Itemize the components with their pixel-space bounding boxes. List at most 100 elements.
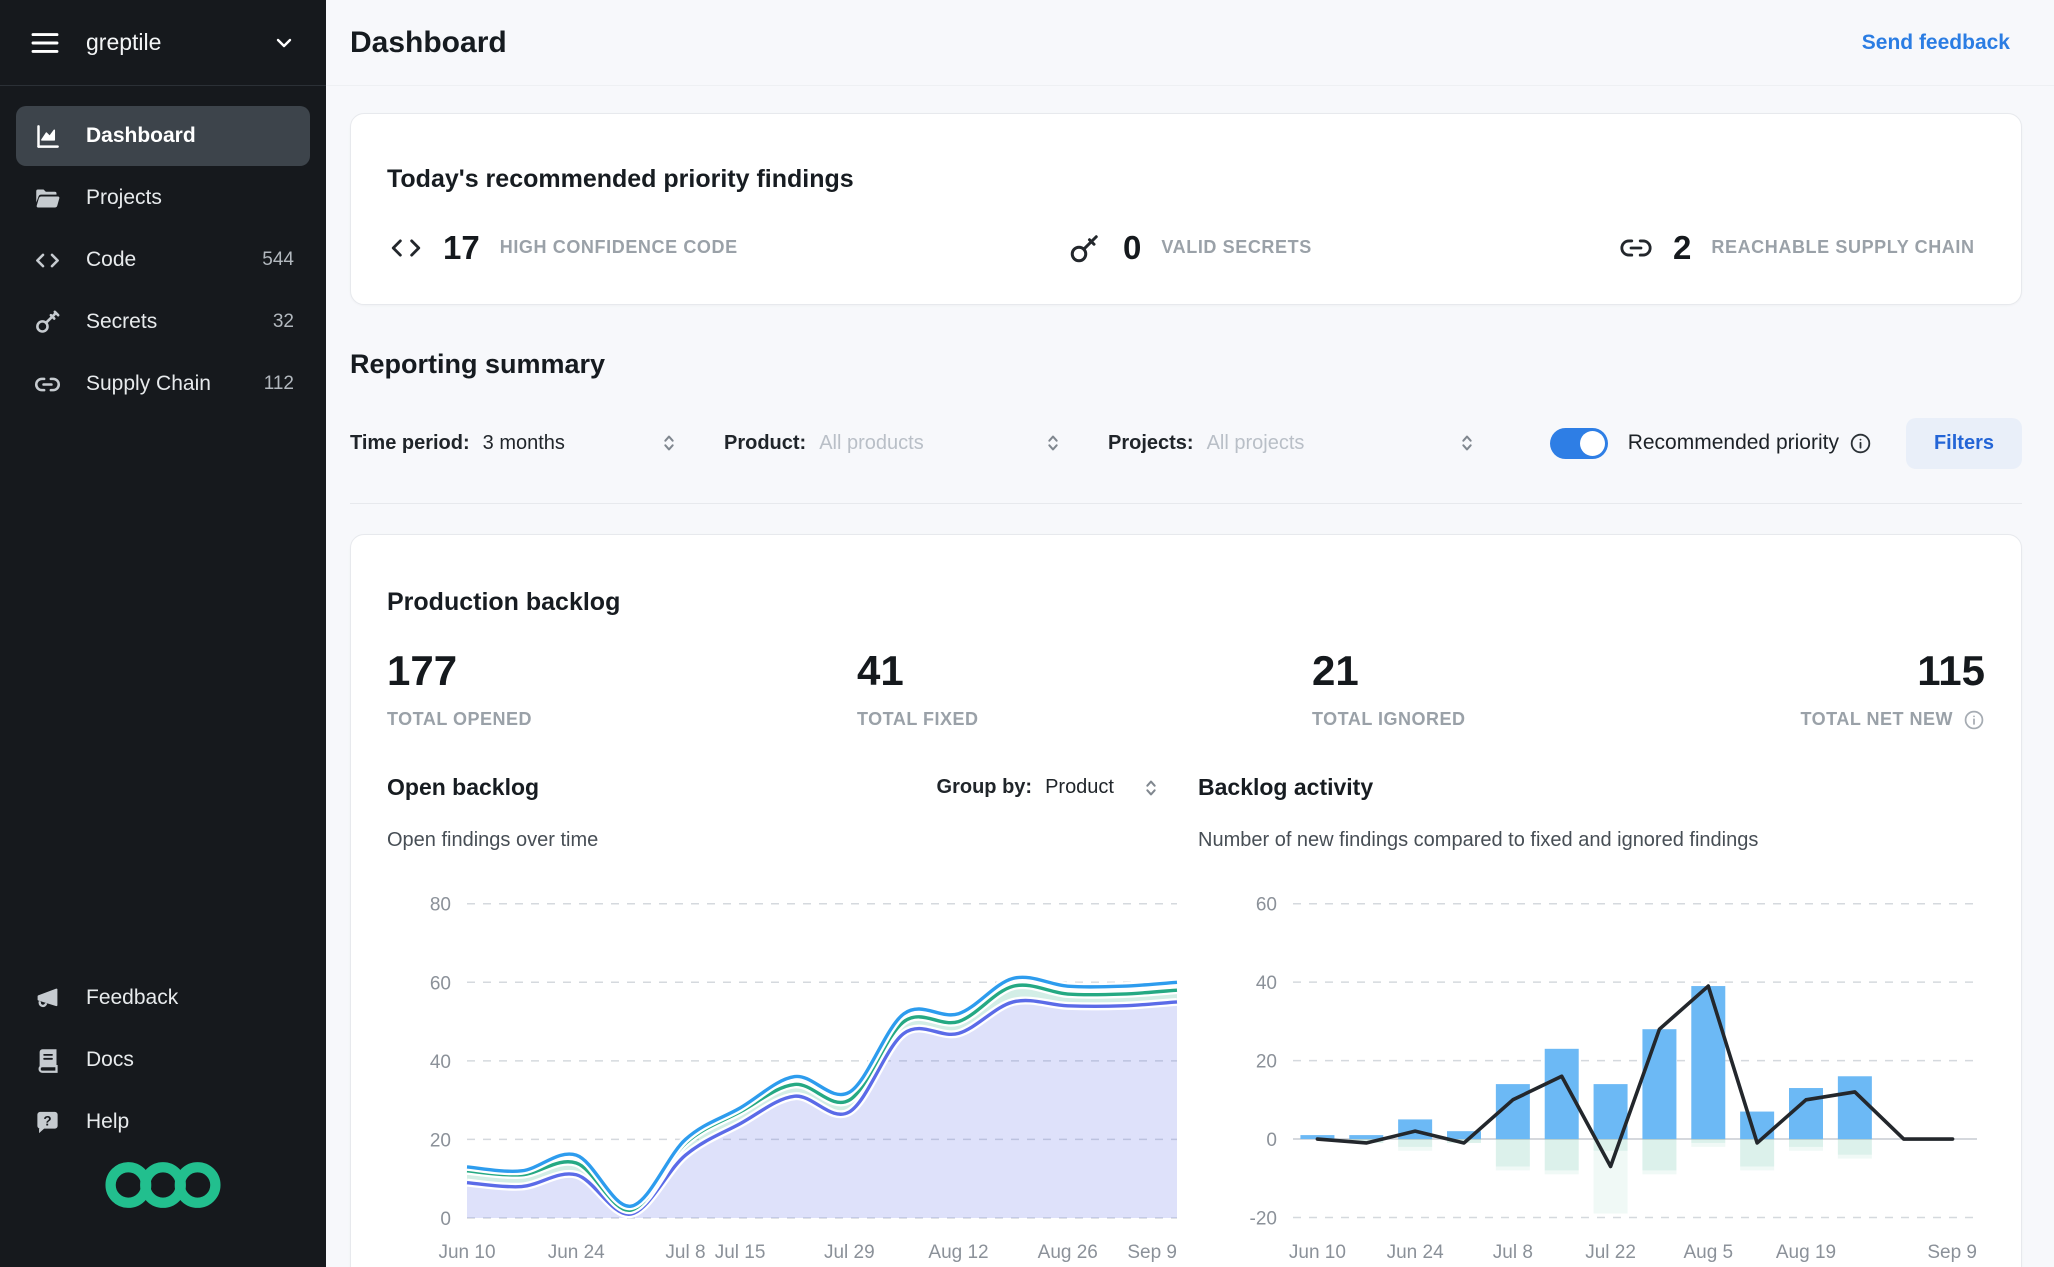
book-icon — [32, 1045, 62, 1075]
open-backlog-title: Open backlog — [387, 774, 540, 800]
time-period-select[interactable]: Time period: 3 months — [350, 432, 680, 455]
sidebar-item-secrets[interactable]: Secrets 32 — [16, 292, 310, 352]
time-period-label: Time period: — [350, 431, 470, 454]
product-value: All products — [819, 431, 924, 454]
page-header: Dashboard Send feedback — [326, 0, 2054, 86]
stat-valid-secrets[interactable]: 0 VALID SECRETS — [1067, 228, 1617, 268]
hamburger-menu-icon[interactable] — [30, 31, 60, 55]
page-title: Dashboard — [350, 25, 507, 59]
svg-text:Sep 9: Sep 9 — [1127, 1242, 1177, 1263]
stat-total-net-new: 115 TOTAL NET NEW — [1801, 647, 1986, 731]
chevron-up-down-icon — [1140, 777, 1162, 799]
sidebar-item-projects[interactable]: Projects — [16, 168, 310, 228]
sidebar-nav: Dashboard Projects Code 544 Secrets 32 S… — [0, 86, 326, 414]
sidebar-item-label: Projects — [86, 186, 162, 209]
open-backlog-chart-block: Open backlog Group by: Product Open find… — [387, 771, 1198, 1267]
stat-label: TOTAL OPENED — [387, 708, 533, 729]
sidebar-item-count: 112 — [263, 373, 294, 394]
svg-text:?: ? — [43, 1113, 51, 1128]
sidebar-item-label: Feedback — [86, 986, 179, 1009]
svg-text:Jul 15: Jul 15 — [715, 1242, 766, 1263]
sidebar-item-label: Docs — [86, 1048, 134, 1071]
svg-text:60: 60 — [1256, 894, 1277, 915]
sidebar-item-count: 544 — [262, 249, 294, 270]
reporting-summary-heading: Reporting summary — [350, 348, 606, 379]
group-by-value: Product — [1045, 776, 1114, 798]
priority-stats-row: 17 HIGH CONFIDENCE CODE 0 VALID SECRETS … — [387, 228, 1985, 268]
code-icon — [387, 228, 427, 268]
chevron-up-down-icon — [1456, 432, 1478, 454]
svg-text:20: 20 — [1256, 1051, 1277, 1072]
chevron-up-down-icon — [658, 432, 680, 454]
open-backlog-chart[interactable]: 0 20 40 60 80 Jun 10 Jun 24 Jul 8 Jul 15 Jul 29 Au… — [387, 866, 1198, 1266]
sidebar-item-label: Dashboard — [86, 124, 196, 147]
svg-text:Aug 12: Aug 12 — [928, 1242, 988, 1263]
stat-label: VALID SECRETS — [1161, 237, 1312, 258]
info-icon[interactable] — [1963, 709, 1985, 731]
send-feedback-link[interactable]: Send feedback — [1862, 31, 2010, 55]
sidebar-item-label: Supply Chain — [86, 372, 211, 395]
chevron-down-icon[interactable] — [272, 31, 296, 55]
sidebar-item-docs[interactable]: Docs — [16, 1030, 310, 1090]
svg-text:Jun 10: Jun 10 — [1289, 1242, 1346, 1263]
product-select[interactable]: Product: All products — [724, 432, 1064, 455]
supply-chain-icon — [32, 369, 62, 399]
svg-text:Sep 9: Sep 9 — [1927, 1242, 1977, 1263]
projects-select[interactable]: Projects: All projects — [1108, 432, 1478, 455]
sidebar-item-code[interactable]: Code 544 — [16, 230, 310, 290]
sidebar-item-supply-chain[interactable]: Supply Chain 112 — [16, 354, 310, 414]
production-backlog-card: Production backlog 177 TOTAL OPENED 41 T… — [350, 533, 2022, 1267]
stat-label: REACHABLE SUPPLY CHAIN — [1711, 237, 1975, 258]
svg-text:Jul 29: Jul 29 — [824, 1242, 875, 1263]
main-area: Dashboard Send feedback Today's recommen… — [326, 0, 2054, 1267]
sidebar-item-feedback[interactable]: Feedback — [16, 968, 310, 1028]
recommended-priority-toggle[interactable] — [1549, 427, 1608, 459]
backlog-activity-title: Backlog activity — [1198, 774, 1374, 800]
stat-value: 41 — [857, 646, 904, 694]
priority-findings-card: Today's recommended priority findings 17… — [350, 113, 2022, 305]
sidebar-header: greptile — [0, 0, 326, 86]
svg-text:Jun 24: Jun 24 — [548, 1242, 605, 1263]
svg-text:40: 40 — [430, 1051, 451, 1072]
help-icon: ? — [32, 1107, 62, 1137]
svg-text:60: 60 — [430, 973, 451, 994]
stat-total-opened: 177 TOTAL OPENED — [387, 647, 857, 731]
product-label: Product: — [724, 431, 807, 454]
backlog-activity-chart-block: Backlog activity Number of new findings … — [1198, 771, 1987, 1267]
svg-text:40: 40 — [1256, 973, 1277, 994]
svg-text:Aug 19: Aug 19 — [1776, 1242, 1836, 1263]
sidebar-item-count: 32 — [272, 311, 294, 332]
sidebar: greptile Dashboard Projects Code 544 Sec… — [0, 0, 326, 1267]
stat-total-ignored: 21 TOTAL IGNORED — [1312, 647, 1801, 731]
greptile-logo — [0, 1158, 326, 1212]
stat-value: 0 — [1123, 228, 1142, 266]
info-icon[interactable] — [1849, 432, 1872, 455]
stat-value: 115 — [1917, 646, 1985, 694]
time-period-value: 3 months — [482, 431, 565, 454]
svg-text:0: 0 — [1266, 1130, 1277, 1151]
stat-value: 2 — [1673, 228, 1692, 266]
sidebar-item-help[interactable]: ? Help — [16, 1092, 310, 1152]
projects-icon — [32, 183, 62, 213]
sidebar-item-label: Secrets — [86, 310, 158, 333]
backlog-card-title: Production backlog — [387, 587, 621, 616]
stat-reachable-supply-chain[interactable]: 2 REACHABLE SUPPLY CHAIN — [1617, 228, 1975, 268]
filters-button[interactable]: Filters — [1905, 417, 2022, 469]
stat-label: TOTAL FIXED — [857, 708, 979, 729]
toggle-knob — [1579, 430, 1605, 456]
group-by-select[interactable]: Group by: Product — [937, 776, 1198, 799]
stat-value: 21 — [1312, 646, 1359, 694]
filters-row: Time period: 3 months Product: All produ… — [350, 417, 2022, 469]
backlog-activity-chart[interactable]: -20 0 20 40 60 Jun 10 Jun 24 Jul 8 Jul 22 Aug 5 Au… — [1198, 866, 1987, 1266]
stat-high-confidence-code[interactable]: 17 HIGH CONFIDENCE CODE — [387, 228, 1067, 268]
svg-text:Jul 8: Jul 8 — [1493, 1242, 1533, 1263]
sidebar-item-label: Help — [86, 1110, 130, 1133]
sidebar-item-label: Code — [86, 248, 137, 271]
svg-text:80: 80 — [430, 894, 451, 915]
stat-label: HIGH CONFIDENCE CODE — [499, 237, 738, 258]
sidebar-item-dashboard[interactable]: Dashboard — [16, 106, 310, 166]
svg-text:Aug 5: Aug 5 — [1683, 1242, 1733, 1263]
content: Today's recommended priority findings 17… — [326, 113, 2054, 1267]
charts-row: Open backlog Group by: Product Open find… — [387, 771, 1985, 1267]
svg-text:-20: -20 — [1250, 1208, 1277, 1229]
